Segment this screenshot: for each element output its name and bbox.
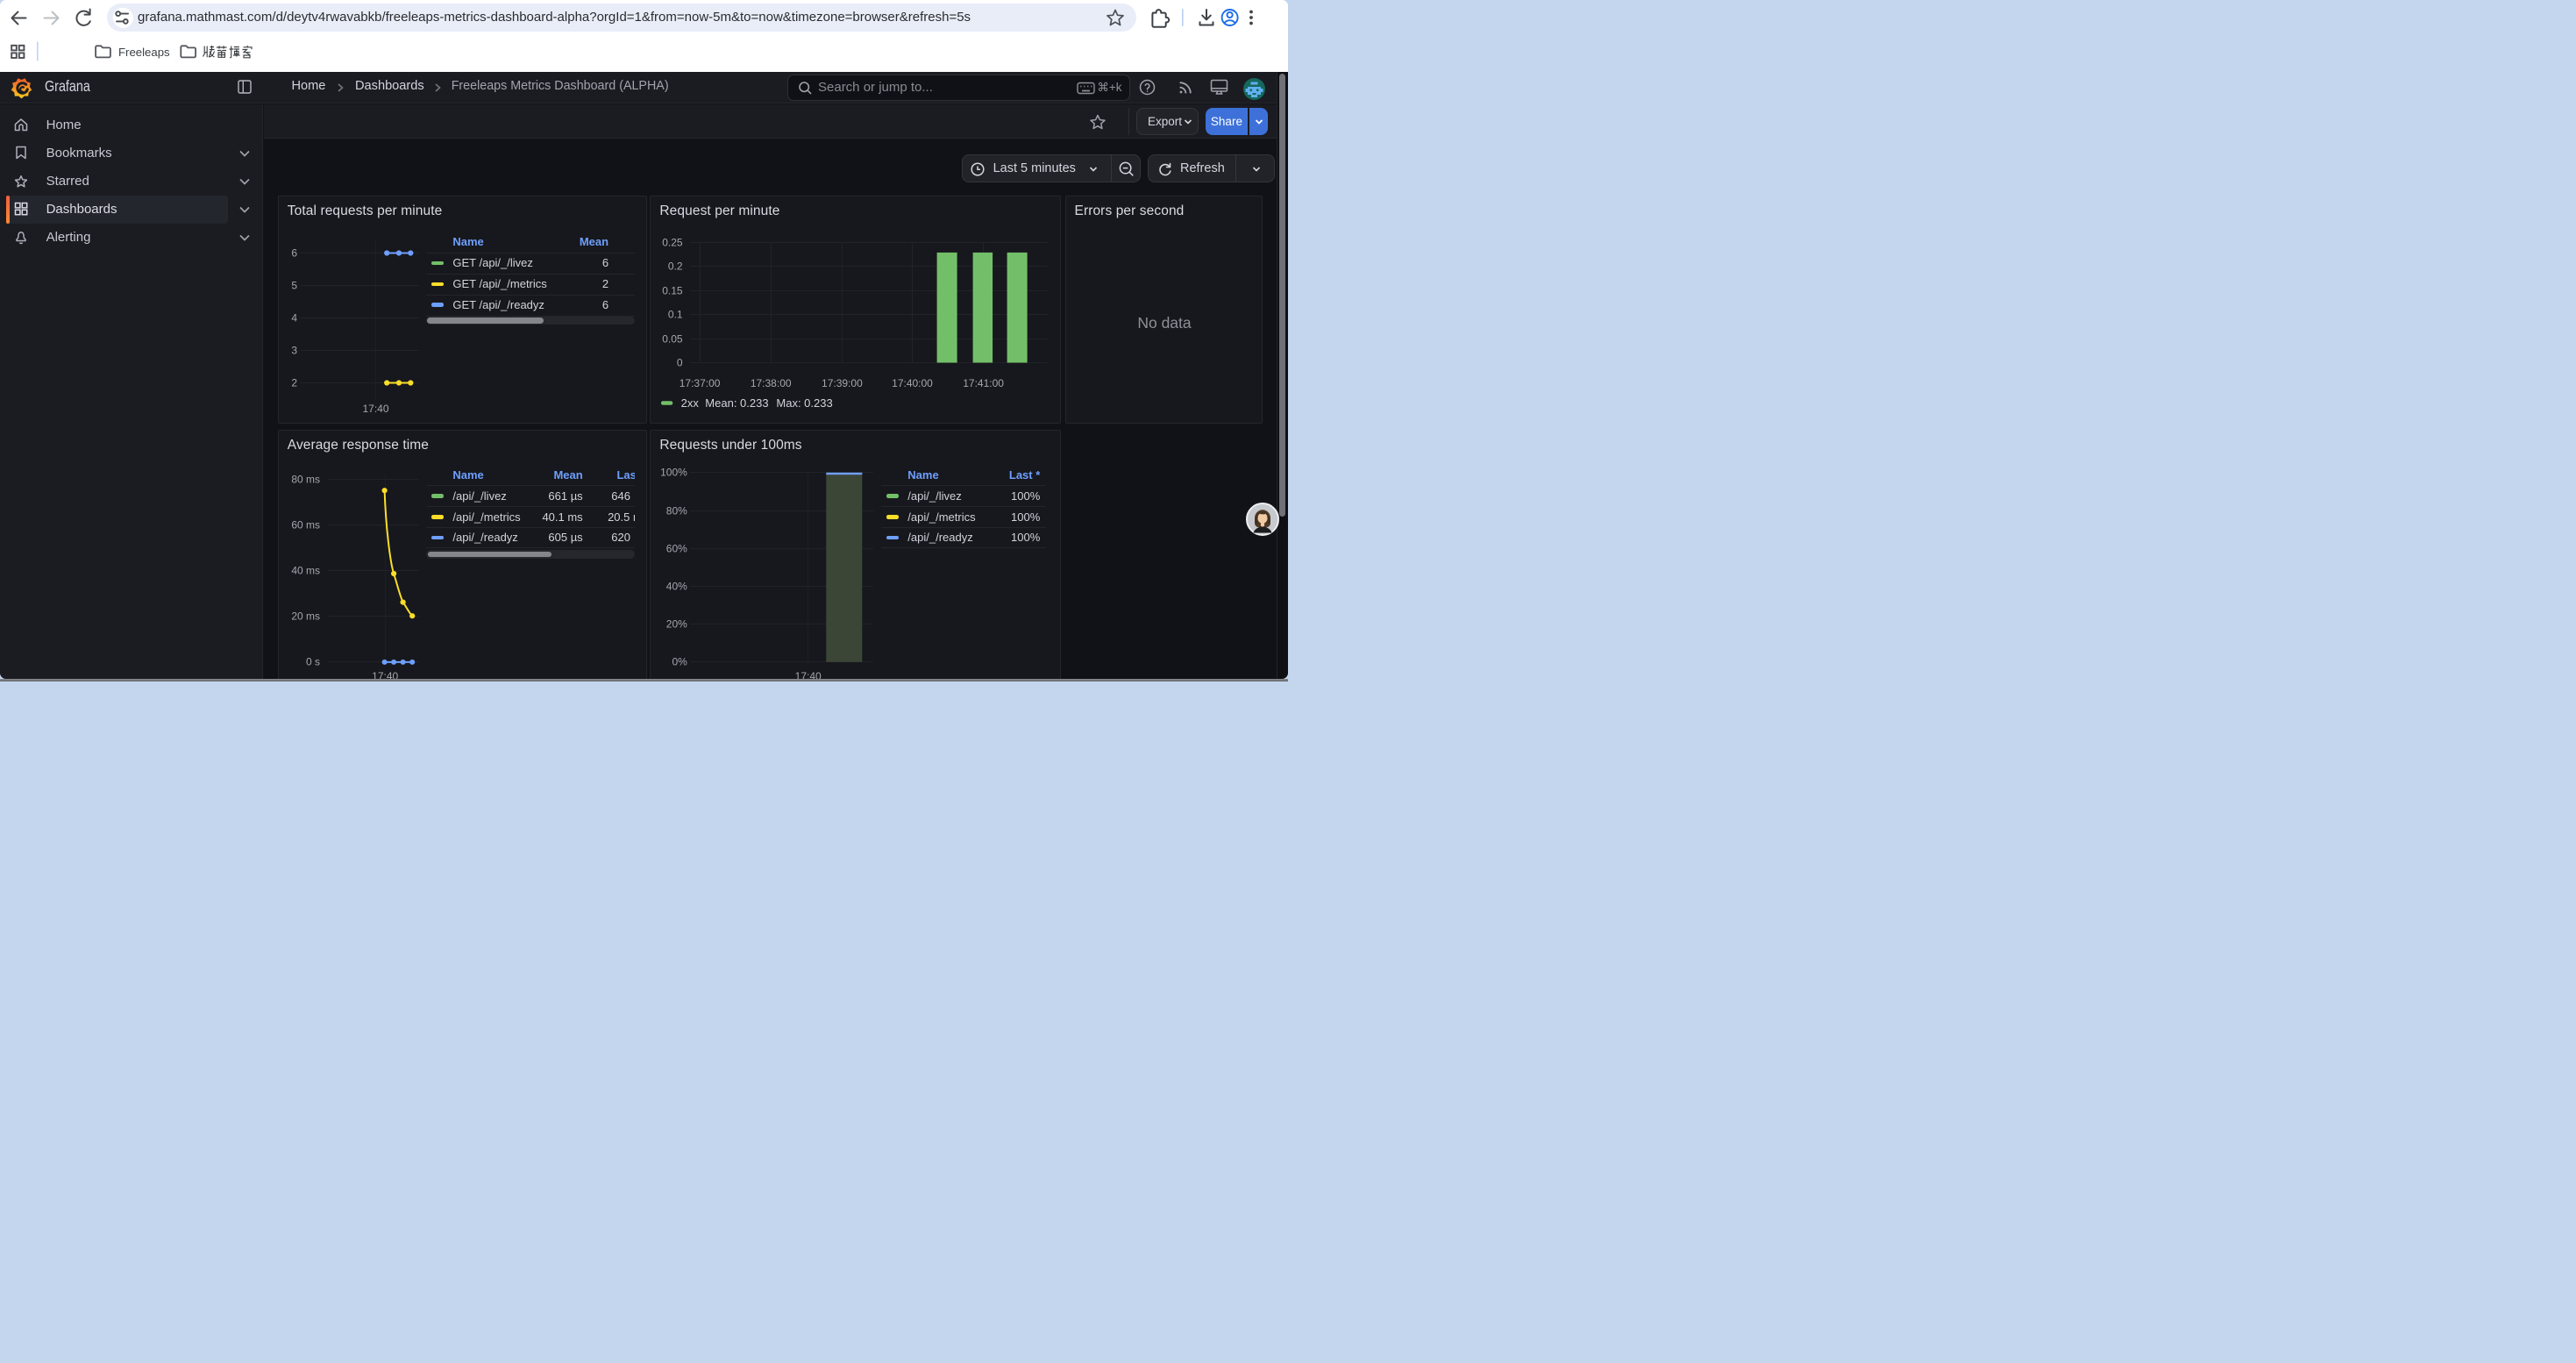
svg-text:17:40: 17:40 (372, 670, 398, 679)
svg-text:4: 4 (291, 312, 297, 325)
svg-text:0.1: 0.1 (668, 309, 683, 321)
svg-text:17:40:00: 17:40:00 (893, 377, 934, 389)
svg-text:6: 6 (291, 247, 297, 260)
svg-text:17:39:00: 17:39:00 (822, 377, 863, 389)
svg-text:17:40: 17:40 (795, 670, 822, 679)
svg-text:0.15: 0.15 (663, 285, 684, 297)
svg-text:80%: 80% (666, 505, 687, 517)
svg-text:60 ms: 60 ms (291, 519, 320, 532)
svg-text:40%: 40% (666, 581, 687, 593)
svg-text:0 s: 0 s (306, 656, 320, 668)
svg-text:5: 5 (291, 280, 297, 292)
svg-text:20%: 20% (666, 618, 687, 631)
svg-text:0%: 0% (672, 656, 688, 668)
svg-text:0.05: 0.05 (663, 333, 684, 346)
svg-text:2: 2 (291, 377, 297, 389)
svg-text:60%: 60% (666, 543, 687, 555)
svg-text:Mean: 0.233: Mean: 0.233 (706, 396, 769, 410)
svg-text:0: 0 (677, 357, 683, 369)
svg-text:40 ms: 40 ms (291, 565, 320, 577)
svg-text:100%: 100% (660, 467, 687, 479)
svg-text:17:37:00: 17:37:00 (680, 377, 721, 389)
svg-text:80 ms: 80 ms (291, 474, 320, 486)
svg-text:0.25: 0.25 (663, 237, 684, 249)
svg-text:17:40: 17:40 (362, 403, 388, 415)
svg-text:20 ms: 20 ms (291, 610, 320, 623)
svg-text:3: 3 (291, 345, 297, 357)
svg-text:2xx: 2xx (681, 396, 700, 410)
svg-text:Max: 0.233: Max: 0.233 (777, 396, 833, 410)
svg-text:0.2: 0.2 (668, 260, 683, 273)
svg-text:17:41:00: 17:41:00 (964, 377, 1005, 389)
svg-text:17:38:00: 17:38:00 (751, 377, 792, 389)
